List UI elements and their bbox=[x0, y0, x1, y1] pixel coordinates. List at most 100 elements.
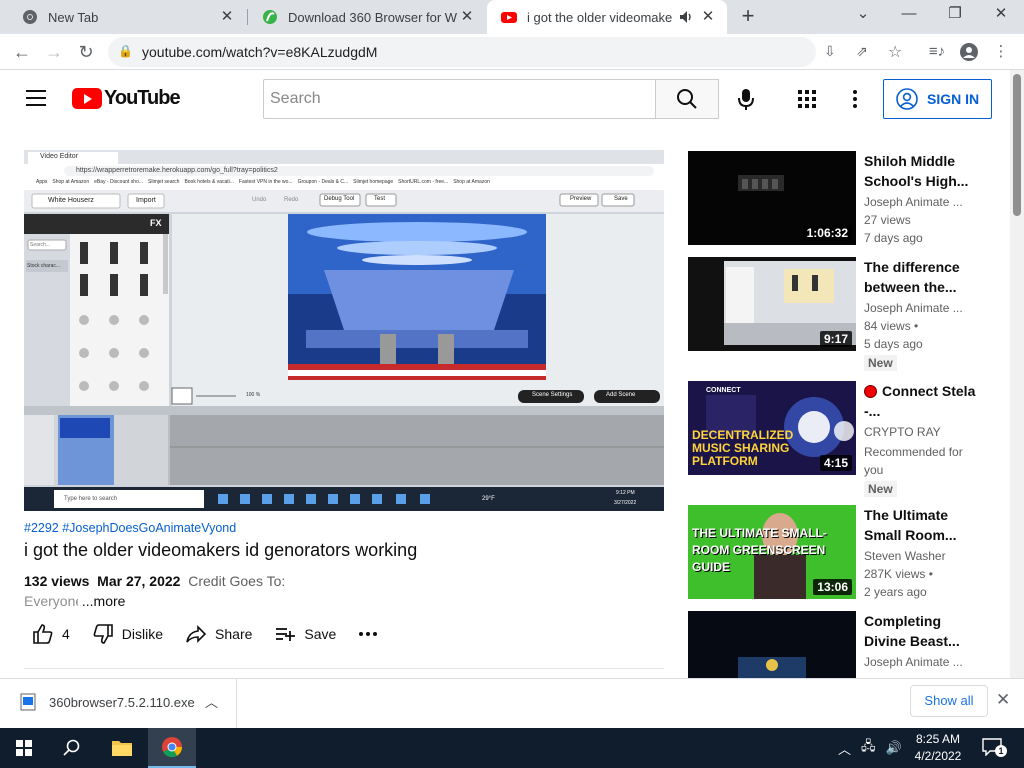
apps-grid-button[interactable] bbox=[797, 89, 817, 109]
install-app-icon[interactable]: ⇩ bbox=[824, 43, 836, 60]
browser-menu-icon[interactable]: ⋮ bbox=[988, 39, 1014, 65]
minimize-button[interactable]: — bbox=[886, 0, 932, 30]
file-explorer-button[interactable] bbox=[98, 728, 146, 768]
taskbar-search-button[interactable] bbox=[48, 728, 96, 768]
share-button[interactable]: Share bbox=[185, 623, 252, 645]
close-window-button[interactable]: ✕ bbox=[978, 0, 1024, 30]
view-count: 287K views • bbox=[864, 567, 933, 581]
new-badge: New bbox=[864, 355, 897, 371]
embedded-import: Import bbox=[136, 197, 156, 204]
related-title-text: Connect Stela -... bbox=[864, 383, 976, 419]
notification-center-button[interactable]: 1 bbox=[982, 738, 1007, 758]
embedded-weather: 29°F bbox=[482, 496, 495, 502]
related-video[interactable]: Completing Divine Beast... Joseph Animat… bbox=[688, 611, 1008, 678]
chrome-taskbar-button[interactable] bbox=[148, 728, 196, 768]
bookmark: ShortURL.com - free... bbox=[398, 179, 449, 185]
related-title: Connect Stela -... bbox=[864, 381, 982, 421]
related-video[interactable]: THE ULTIMATE SMALL-ROOM GREENSCREEN GUID… bbox=[688, 505, 1008, 605]
media-controls-icon[interactable]: ≡♪ bbox=[924, 39, 950, 65]
page-scrollbar[interactable] bbox=[1010, 70, 1024, 678]
tab-strip: New Tab ✕ Download 360 Browser for Windo… bbox=[0, 0, 1024, 34]
dislike-button[interactable]: Dislike bbox=[92, 623, 163, 645]
channel-name[interactable]: Joseph Animate ... bbox=[864, 655, 984, 669]
network-icon[interactable]: 🖧 bbox=[861, 737, 876, 759]
chevron-up-icon[interactable]: ︿ bbox=[838, 739, 851, 758]
forward-button[interactable]: → bbox=[40, 38, 68, 66]
start-button[interactable] bbox=[0, 728, 48, 768]
related-video[interactable]: 1:06:32 Shiloh Middle School's High... J… bbox=[688, 151, 1008, 261]
show-all-button[interactable]: Show all bbox=[910, 685, 988, 717]
sign-in-button[interactable]: SIGN IN bbox=[883, 79, 992, 119]
share-page-icon[interactable]: ⇗ bbox=[856, 43, 868, 60]
live-dot-icon bbox=[864, 385, 877, 398]
upload-age: 2 years ago bbox=[864, 585, 927, 599]
related-video[interactable]: 9:17 The difference between the... Josep… bbox=[688, 257, 1008, 377]
search-icon bbox=[63, 739, 80, 756]
save-button[interactable]: Save bbox=[274, 623, 336, 645]
video-player[interactable]: Video Editor https://wrapperretroremake.… bbox=[24, 150, 664, 511]
speaker-icon[interactable] bbox=[679, 10, 693, 24]
tab-search-icon[interactable]: ⌄ bbox=[840, 0, 886, 30]
channel-name[interactable]: Steven Washer bbox=[864, 549, 984, 563]
channel-name[interactable]: Joseph Animate ... bbox=[864, 195, 984, 209]
search-button[interactable] bbox=[655, 79, 719, 119]
search-input[interactable]: Search bbox=[263, 79, 656, 119]
bookmark-star-icon[interactable]: ☆ bbox=[888, 42, 902, 62]
lock-icon: 🔒 bbox=[118, 44, 133, 58]
share-icon bbox=[186, 625, 207, 643]
tab-close-icon[interactable]: ✕ bbox=[458, 8, 476, 26]
video-duration: 9:17 bbox=[819, 331, 852, 347]
back-button[interactable]: ← bbox=[8, 38, 36, 66]
video-hashtags[interactable]: #2292 #JosephDoesGoAnimateVyond bbox=[24, 521, 236, 535]
youtube-logo[interactable]: YouTube bbox=[72, 87, 181, 110]
profile-icon[interactable] bbox=[956, 39, 982, 65]
windows-logo-icon bbox=[16, 740, 32, 756]
bookmark: Apps bbox=[36, 179, 48, 185]
chrome-icon bbox=[162, 737, 183, 758]
embedded-scene-settings: Scene Settings bbox=[532, 392, 573, 398]
tab-360-download[interactable]: Download 360 Browser for Windo ✕ bbox=[248, 0, 486, 34]
related-video[interactable]: CONNECT DECENTRALIZED MUSIC SHARING PLAT… bbox=[688, 381, 1008, 501]
embedded-test: Test bbox=[374, 196, 386, 202]
bookmark: Shop at Amazon bbox=[453, 179, 490, 185]
tab-new-tab[interactable]: New Tab ✕ bbox=[8, 0, 246, 34]
chevron-up-icon[interactable]: ︿ bbox=[205, 692, 218, 711]
like-button[interactable]: 4 bbox=[32, 623, 70, 645]
video-thumbnail[interactable]: THE ULTIMATE SMALL-ROOM GREENSCREEN GUID… bbox=[688, 505, 856, 599]
tab-youtube-video[interactable]: i got the older videomakers id ✕ bbox=[487, 0, 727, 34]
restore-button[interactable]: ❐ bbox=[932, 0, 978, 30]
new-tab-button[interactable]: + bbox=[736, 5, 760, 29]
divider bbox=[24, 668, 664, 669]
360-icon bbox=[263, 10, 277, 24]
youtube-icon bbox=[501, 12, 517, 23]
thumbnail-brand: CONNECT bbox=[706, 387, 741, 394]
download-item[interactable]: 360browser7.5.2.110.exe bbox=[20, 693, 195, 711]
voice-search-button[interactable] bbox=[732, 85, 760, 113]
thumbs-up-icon bbox=[33, 624, 53, 644]
like-count: 4 bbox=[62, 626, 70, 642]
tab-title: i got the older videomakers id bbox=[527, 9, 673, 25]
address-bar[interactable]: 🔒 youtube.com/watch?v=e8KALzudgdM ⇩ ⇗ ☆ bbox=[108, 37, 902, 67]
embedded-bookmarks: Apps Shop at Amazon eBay - Discount sho...… bbox=[36, 179, 661, 189]
taskbar-clock[interactable]: 8:25 AM 4/2/2022 bbox=[900, 731, 976, 765]
menu-icon[interactable] bbox=[26, 90, 46, 106]
reload-button[interactable]: ↻ bbox=[72, 38, 100, 66]
channel-name[interactable]: Joseph Animate ... bbox=[864, 301, 984, 315]
clock-date: 4/2/2022 bbox=[914, 749, 962, 763]
scrollbar-thumb[interactable] bbox=[1013, 74, 1021, 216]
show-more-link[interactable]: ...more bbox=[82, 593, 126, 609]
video-thumbnail[interactable]: 9:17 bbox=[688, 257, 856, 351]
video-thumbnail[interactable] bbox=[688, 611, 856, 678]
video-thumbnail[interactable]: CONNECT DECENTRALIZED MUSIC SHARING PLAT… bbox=[688, 381, 856, 475]
video-thumbnail[interactable]: 1:06:32 bbox=[688, 151, 856, 245]
vertical-dots-icon bbox=[853, 90, 857, 108]
tab-close-icon[interactable]: ✕ bbox=[699, 8, 717, 26]
chrome-icon bbox=[23, 10, 37, 24]
settings-more-button[interactable] bbox=[845, 87, 865, 111]
embedded-redo: Redo bbox=[284, 197, 299, 203]
channel-name[interactable]: CRYPTO RAY bbox=[864, 425, 984, 439]
video-duration: 4:15 bbox=[819, 455, 852, 471]
tab-close-icon[interactable]: ✕ bbox=[218, 8, 236, 26]
close-download-bar-icon[interactable]: ✕ bbox=[996, 690, 1010, 710]
more-actions-button[interactable] bbox=[358, 631, 386, 637]
